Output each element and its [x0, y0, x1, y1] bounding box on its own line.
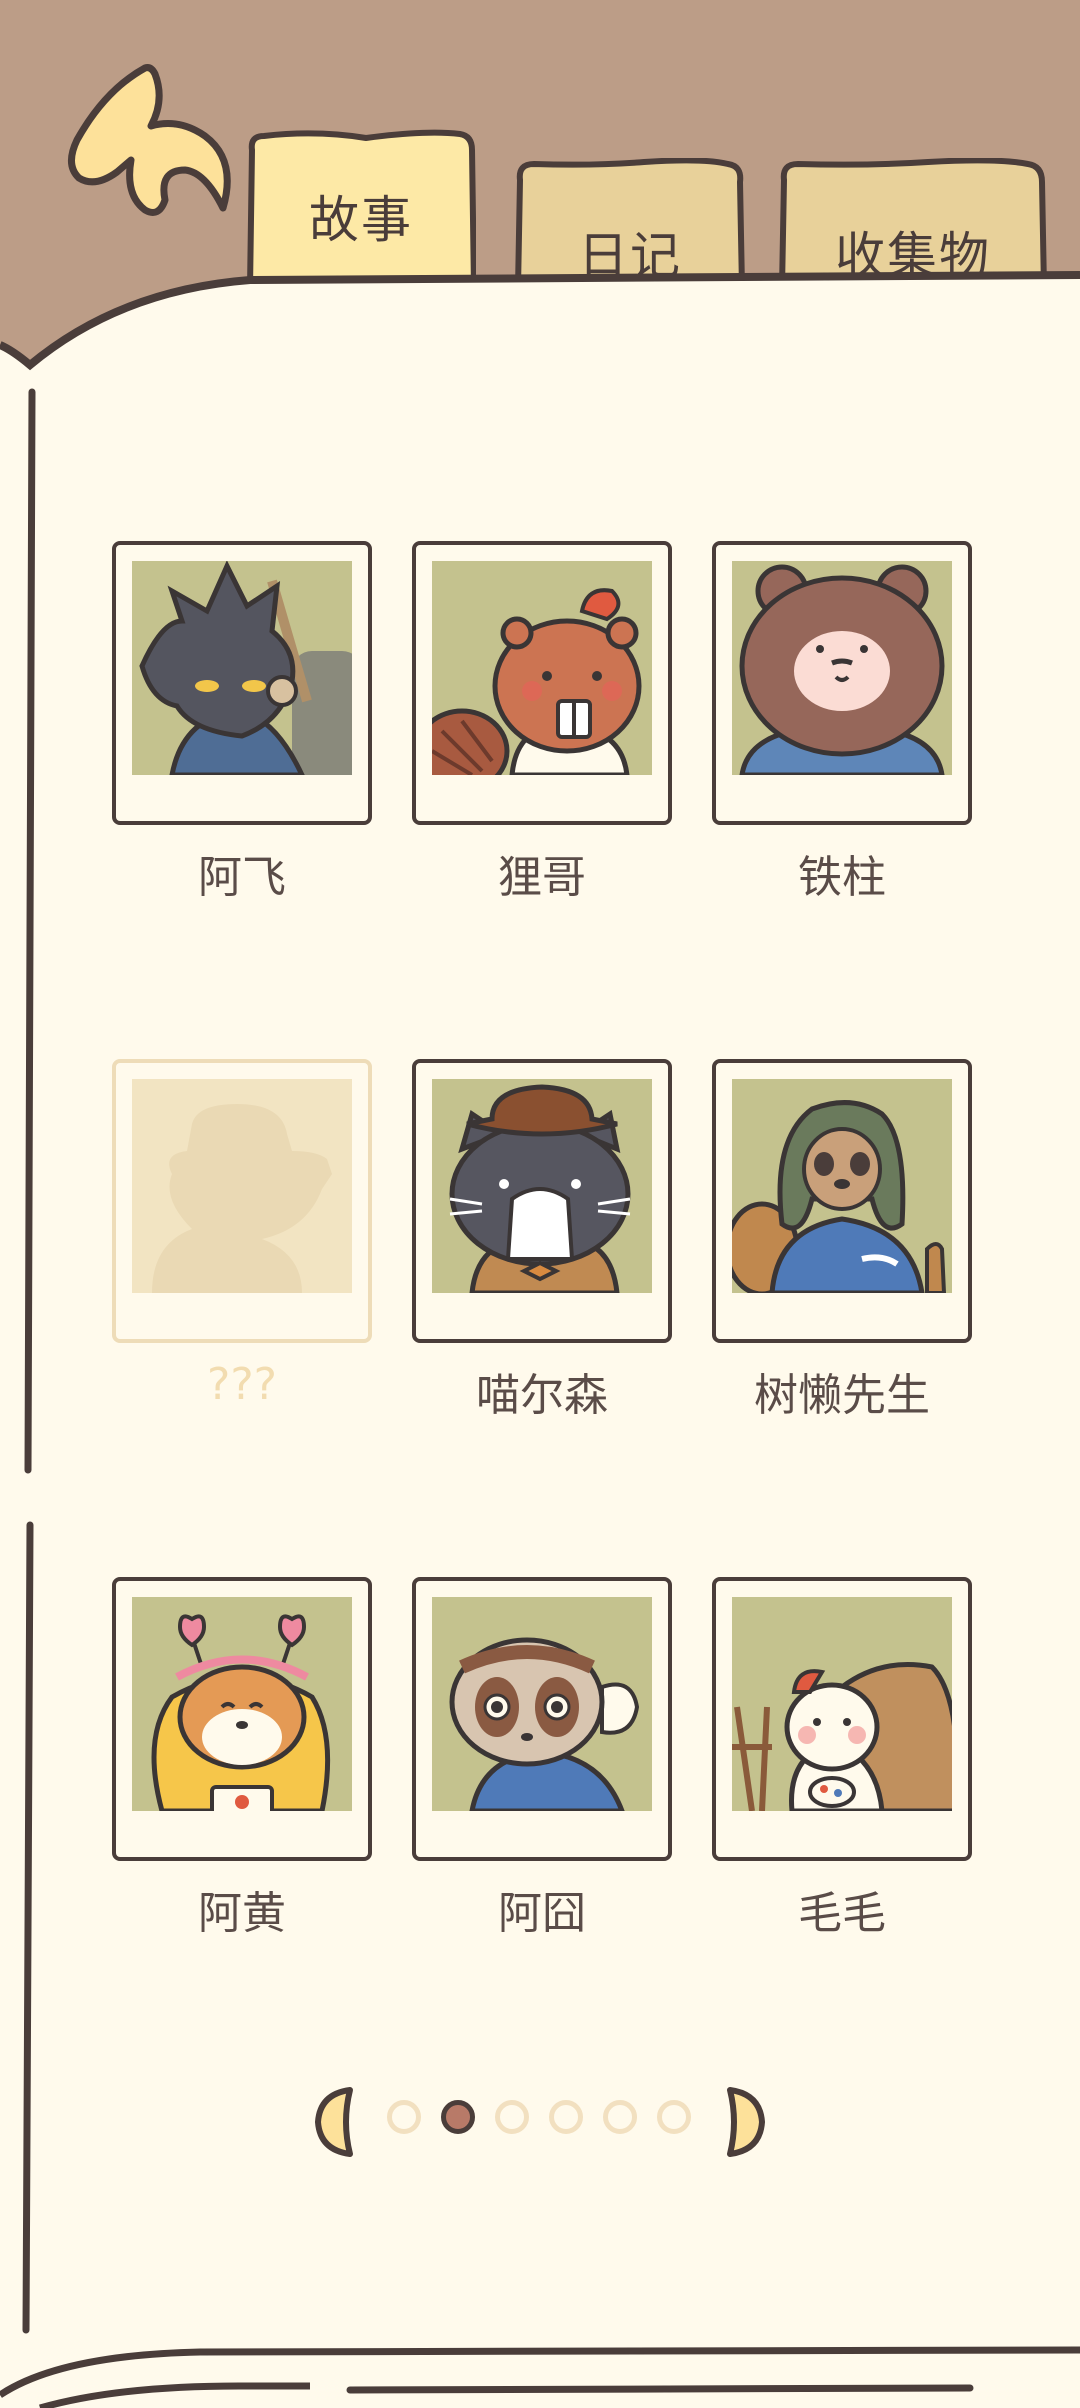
- photo-frame: [112, 1059, 372, 1343]
- hamster-portrait-icon: [732, 1597, 952, 1811]
- next-page-button[interactable]: [722, 2086, 768, 2158]
- character-name: 阿黄: [198, 1888, 286, 1939]
- character-name: 阿飞: [198, 852, 286, 903]
- character-name: 喵尔森: [476, 1370, 608, 1421]
- photo-frame: [712, 541, 972, 825]
- bear-portrait-icon: [732, 561, 952, 775]
- game-screen: 故事 日记 收集物 阿飞 狸哥 铁柱 ??? 喵尔森 树懒先生 阿黄 阿囧 毛毛: [0, 0, 1080, 2408]
- page-dot-1[interactable]: [387, 2100, 421, 2134]
- locked-silhouette-icon: [132, 1079, 352, 1293]
- character-name: 狸哥: [498, 852, 586, 903]
- chevron-left-icon: [315, 2087, 353, 2157]
- shiba-portrait-icon: [132, 1597, 352, 1811]
- page-dot-4[interactable]: [549, 2100, 583, 2134]
- page-dot-5[interactable]: [603, 2100, 637, 2134]
- photo-frame: [112, 1577, 372, 1861]
- photo-frame: [412, 1577, 672, 1861]
- character-name: ???: [206, 1359, 278, 1410]
- sloth-portrait-icon: [732, 1079, 952, 1293]
- pagination: [0, 2076, 1080, 2160]
- photo-frame: [112, 541, 372, 825]
- cat-portrait-icon: [432, 1079, 652, 1293]
- character-name: 毛毛: [798, 1888, 886, 1939]
- photo-frame: [412, 1059, 672, 1343]
- chevron-right-icon: [727, 2087, 765, 2157]
- prev-page-button[interactable]: [312, 2086, 358, 2158]
- back-arrow-icon: [68, 64, 231, 216]
- loris-portrait-icon: [432, 1597, 652, 1811]
- wolf-portrait-icon: [132, 561, 352, 775]
- photo-frame: [412, 541, 672, 825]
- character-name: 铁柱: [798, 852, 886, 903]
- character-name: 树懒先生: [754, 1370, 930, 1421]
- photo-frame: [712, 1059, 972, 1343]
- back-button[interactable]: [55, 60, 235, 230]
- beaver-portrait-icon: [432, 561, 652, 775]
- page-dot-6[interactable]: [657, 2100, 691, 2134]
- photo-frame: [712, 1577, 972, 1861]
- character-name: 阿囧: [498, 1888, 586, 1939]
- page-dot-2[interactable]: [441, 2100, 475, 2134]
- page-dot-3[interactable]: [495, 2100, 529, 2134]
